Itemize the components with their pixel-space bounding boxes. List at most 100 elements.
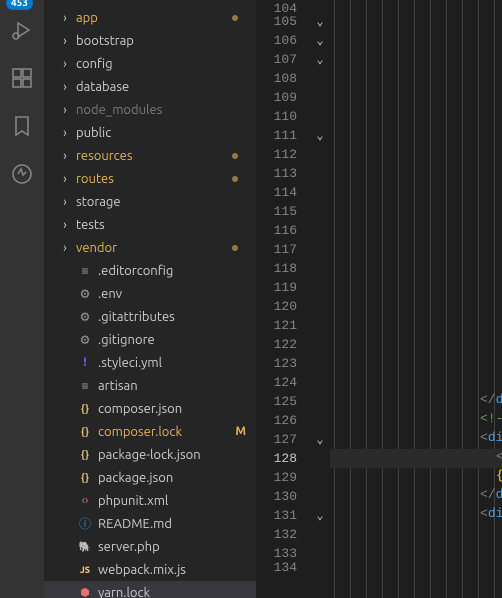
file-webpack-mix-js[interactable]: JSwebpack.mix.js [44,558,256,581]
fold-chevron-icon[interactable]: ⌄ [311,52,329,67]
gutter-line[interactable]: 130 [256,487,329,506]
code-line[interactable] [330,316,502,335]
code-line[interactable] [330,240,502,259]
circle-power-icon[interactable] [0,150,44,198]
file-server-php[interactable]: 🐘server.php [44,535,256,558]
gutter-line[interactable]: 128 [256,449,329,468]
gutter-line[interactable]: 129 [256,468,329,487]
code-line[interactable]: </div> [330,392,502,411]
fold-chevron-icon[interactable]: ⌄ [311,14,329,29]
gutter-line[interactable]: 127⌄ [256,430,329,449]
gutter-line[interactable]: 121 [256,316,329,335]
editor[interactable]: 104105⌄106⌄107⌄108109110111⌄112113114115… [256,0,502,598]
gutter-line[interactable]: 115 [256,202,329,221]
folder-bootstrap[interactable]: ›bootstrap [44,29,256,52]
gutter-line[interactable]: 120 [256,297,329,316]
file--env[interactable]: ⚙.env [44,282,256,305]
code-line[interactable] [330,12,502,31]
gutter-line[interactable]: 109 [256,88,329,107]
file-composer-lock[interactable]: {}composer.lockM [44,420,256,443]
code-line[interactable] [330,544,502,563]
folder-app[interactable]: ›app [44,6,256,29]
code-line[interactable]: <i [330,449,502,468]
gutter-line[interactable]: 125 [256,392,329,411]
bookmark-icon[interactable] [0,102,44,150]
file-artisan[interactable]: ≡artisan [44,374,256,397]
debug-icon[interactable] [0,6,44,54]
gutter-line[interactable]: 116 [256,221,329,240]
gutter-line[interactable]: 118 [256,259,329,278]
fold-chevron-icon[interactable]: ⌄ [311,508,329,523]
gutter-line[interactable]: 122 [256,335,329,354]
gutter-line[interactable]: 134 [256,563,329,571]
gutter-line[interactable]: 114 [256,183,329,202]
code-line[interactable] [330,31,502,50]
gutter-line[interactable]: 107⌄ [256,50,329,69]
file-phpunit-xml[interactable]: ‹›phpunit.xml [44,489,256,512]
gutter-line[interactable]: 132 [256,525,329,544]
file-yarn-lock[interactable]: ⬢yarn.lock [44,581,256,598]
code-line[interactable] [330,259,502,278]
gutter-line[interactable]: 113 [256,164,329,183]
code-line[interactable] [330,354,502,373]
folder-config[interactable]: ›config [44,52,256,75]
gutter-line[interactable]: 111⌄ [256,126,329,145]
fold-chevron-icon[interactable]: ⌄ [311,432,329,447]
folder-tests[interactable]: ›tests [44,213,256,236]
code-line[interactable] [330,525,502,544]
file-explorer[interactable]: ›app›bootstrap›config›database›node_modu… [44,0,256,598]
code-area[interactable]: </div><!-- e<div><i{</div><div> [330,0,502,598]
file--gitignore[interactable]: ⚙.gitignore [44,328,256,351]
folder-routes[interactable]: ›routes [44,167,256,190]
gutter-line[interactable]: 126 [256,411,329,430]
folder-resources[interactable]: ›resources [44,144,256,167]
code-line[interactable] [330,183,502,202]
code-line[interactable] [330,69,502,88]
gutter-line[interactable]: 112 [256,145,329,164]
code-line[interactable]: <div> [330,506,502,525]
folder-node-modules[interactable]: ›node_modules [44,98,256,121]
gutter-line[interactable]: 110 [256,107,329,126]
file--gitattributes[interactable]: ⚙.gitattributes [44,305,256,328]
folder-storage[interactable]: ›storage [44,190,256,213]
gutter-line[interactable]: 123 [256,354,329,373]
gutter-line[interactable]: 117 [256,240,329,259]
gutter-line[interactable]: 108 [256,69,329,88]
folder-database[interactable]: ›database [44,75,256,98]
code-line[interactable] [330,221,502,240]
code-line[interactable]: { [330,468,502,487]
file-package-json[interactable]: {}package.json [44,466,256,489]
line-gutter[interactable]: 104105⌄106⌄107⌄108109110111⌄112113114115… [256,0,330,598]
gutter-line[interactable]: 119 [256,278,329,297]
code-line[interactable] [330,563,502,571]
code-line[interactable] [330,202,502,221]
code-line[interactable] [330,373,502,392]
file-composer-json[interactable]: {}composer.json [44,397,256,420]
code-line[interactable] [330,107,502,126]
code-line[interactable] [330,88,502,107]
code-line[interactable] [330,335,502,354]
gutter-line[interactable]: 105⌄ [256,12,329,31]
code-line[interactable]: <div> [330,430,502,449]
file-readme-md[interactable]: ⓘREADME.md [44,512,256,535]
fold-chevron-icon[interactable]: ⌄ [311,33,329,48]
code-line[interactable]: </div> [330,487,502,506]
code-line[interactable]: <!-- e [330,411,502,430]
code-line[interactable] [330,50,502,69]
code-line[interactable] [330,4,502,12]
file--styleci-yml[interactable]: !.styleci.yml [44,351,256,374]
folder-vendor[interactable]: ›vendor [44,236,256,259]
gutter-line[interactable]: 131⌄ [256,506,329,525]
code-line[interactable] [330,145,502,164]
gutter-line[interactable]: 106⌄ [256,31,329,50]
file--editorconfig[interactable]: ≡.editorconfig [44,259,256,282]
code-line[interactable] [330,278,502,297]
code-line[interactable] [330,297,502,316]
code-line[interactable] [330,164,502,183]
extensions-icon[interactable] [0,54,44,102]
fold-chevron-icon[interactable]: ⌄ [311,128,329,143]
code-line[interactable] [330,126,502,145]
gutter-line[interactable]: 104 [256,4,329,12]
gutter-line[interactable]: 124 [256,373,329,392]
folder-public[interactable]: ›public [44,121,256,144]
